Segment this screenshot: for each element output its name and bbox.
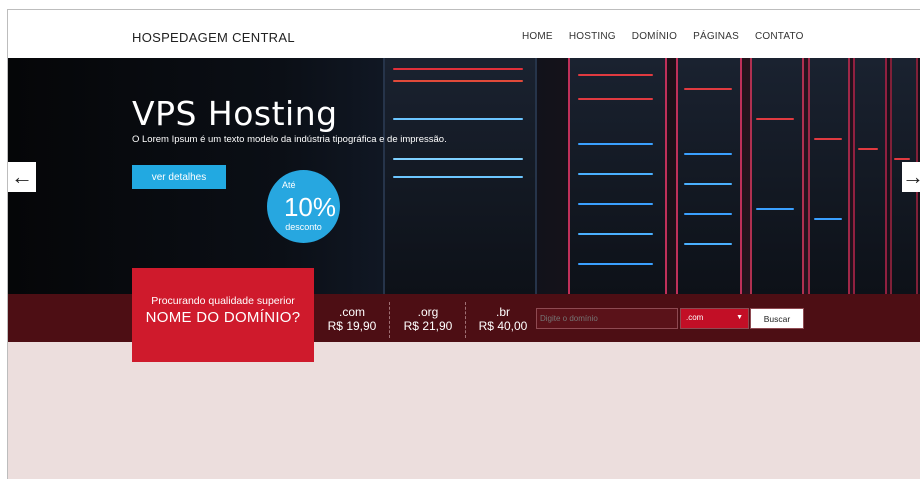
site-brand[interactable]: HOSPEDAGEM CENTRAL: [132, 30, 295, 45]
tld-ext: .com: [338, 305, 365, 319]
search-button[interactable]: Buscar: [750, 308, 804, 329]
badge-value: 10%: [283, 192, 336, 222]
tld-price: R$ 40,00: [478, 319, 528, 333]
details-button[interactable]: ver detalhes: [132, 165, 226, 189]
nav-contato[interactable]: CONTATO: [755, 31, 804, 42]
promo-line-2: NOME DO DOMÍNIO?: [145, 309, 301, 326]
tld-ext: .org: [417, 305, 439, 319]
badge-bottom-label: desconto: [285, 222, 322, 232]
tld-price: R$ 21,90: [403, 319, 453, 333]
promo-line-1: Procurando qualidade superior: [151, 295, 295, 307]
site-header: HOSPEDAGEM CENTRAL HOME HOSTING DOMÍNIO …: [8, 10, 920, 58]
tld-separator: [389, 302, 390, 338]
hero-subtitle: O Lorem Ipsum é um texto modelo da indús…: [132, 134, 447, 145]
tld-ext: .br: [495, 305, 510, 319]
tld-price-br: .br R$ 40,00: [468, 305, 538, 334]
tld-select-value: .com: [686, 313, 704, 322]
badge-top-label: Até: [282, 180, 296, 190]
tld-select[interactable]: .com ▼: [680, 308, 749, 329]
nav-hosting[interactable]: HOSTING: [569, 31, 616, 42]
tld-separator: [465, 302, 466, 338]
domain-search-input[interactable]: [536, 308, 678, 329]
discount-badge: Até 10% desconto: [267, 170, 340, 243]
main-nav: HOME HOSTING DOMÍNIO PÁGINAS CONTATO: [522, 31, 820, 42]
hero-title: VPS Hosting: [132, 94, 338, 133]
tld-price-org: .org R$ 21,90: [393, 305, 463, 334]
nav-dominio[interactable]: DOMÍNIO: [632, 31, 677, 42]
nav-home[interactable]: HOME: [522, 31, 553, 42]
domain-promo-box: Procurando qualidade superior NOME DO DO…: [132, 268, 314, 362]
caret-down-icon: ▼: [736, 314, 743, 321]
prev-slide-arrow-icon[interactable]: ←: [8, 162, 36, 192]
browser-viewport: HOSPEDAGEM CENTRAL HOME HOSTING DOMÍNIO …: [7, 9, 920, 479]
nav-paginas[interactable]: PÁGINAS: [693, 31, 739, 42]
hero-slider: VPS Hosting O Lorem Ipsum é um texto mod…: [8, 58, 920, 294]
tld-price: R$ 19,90: [327, 319, 377, 333]
next-slide-arrow-icon[interactable]: →: [902, 162, 920, 192]
tld-price-com: .com R$ 19,90: [317, 305, 387, 334]
